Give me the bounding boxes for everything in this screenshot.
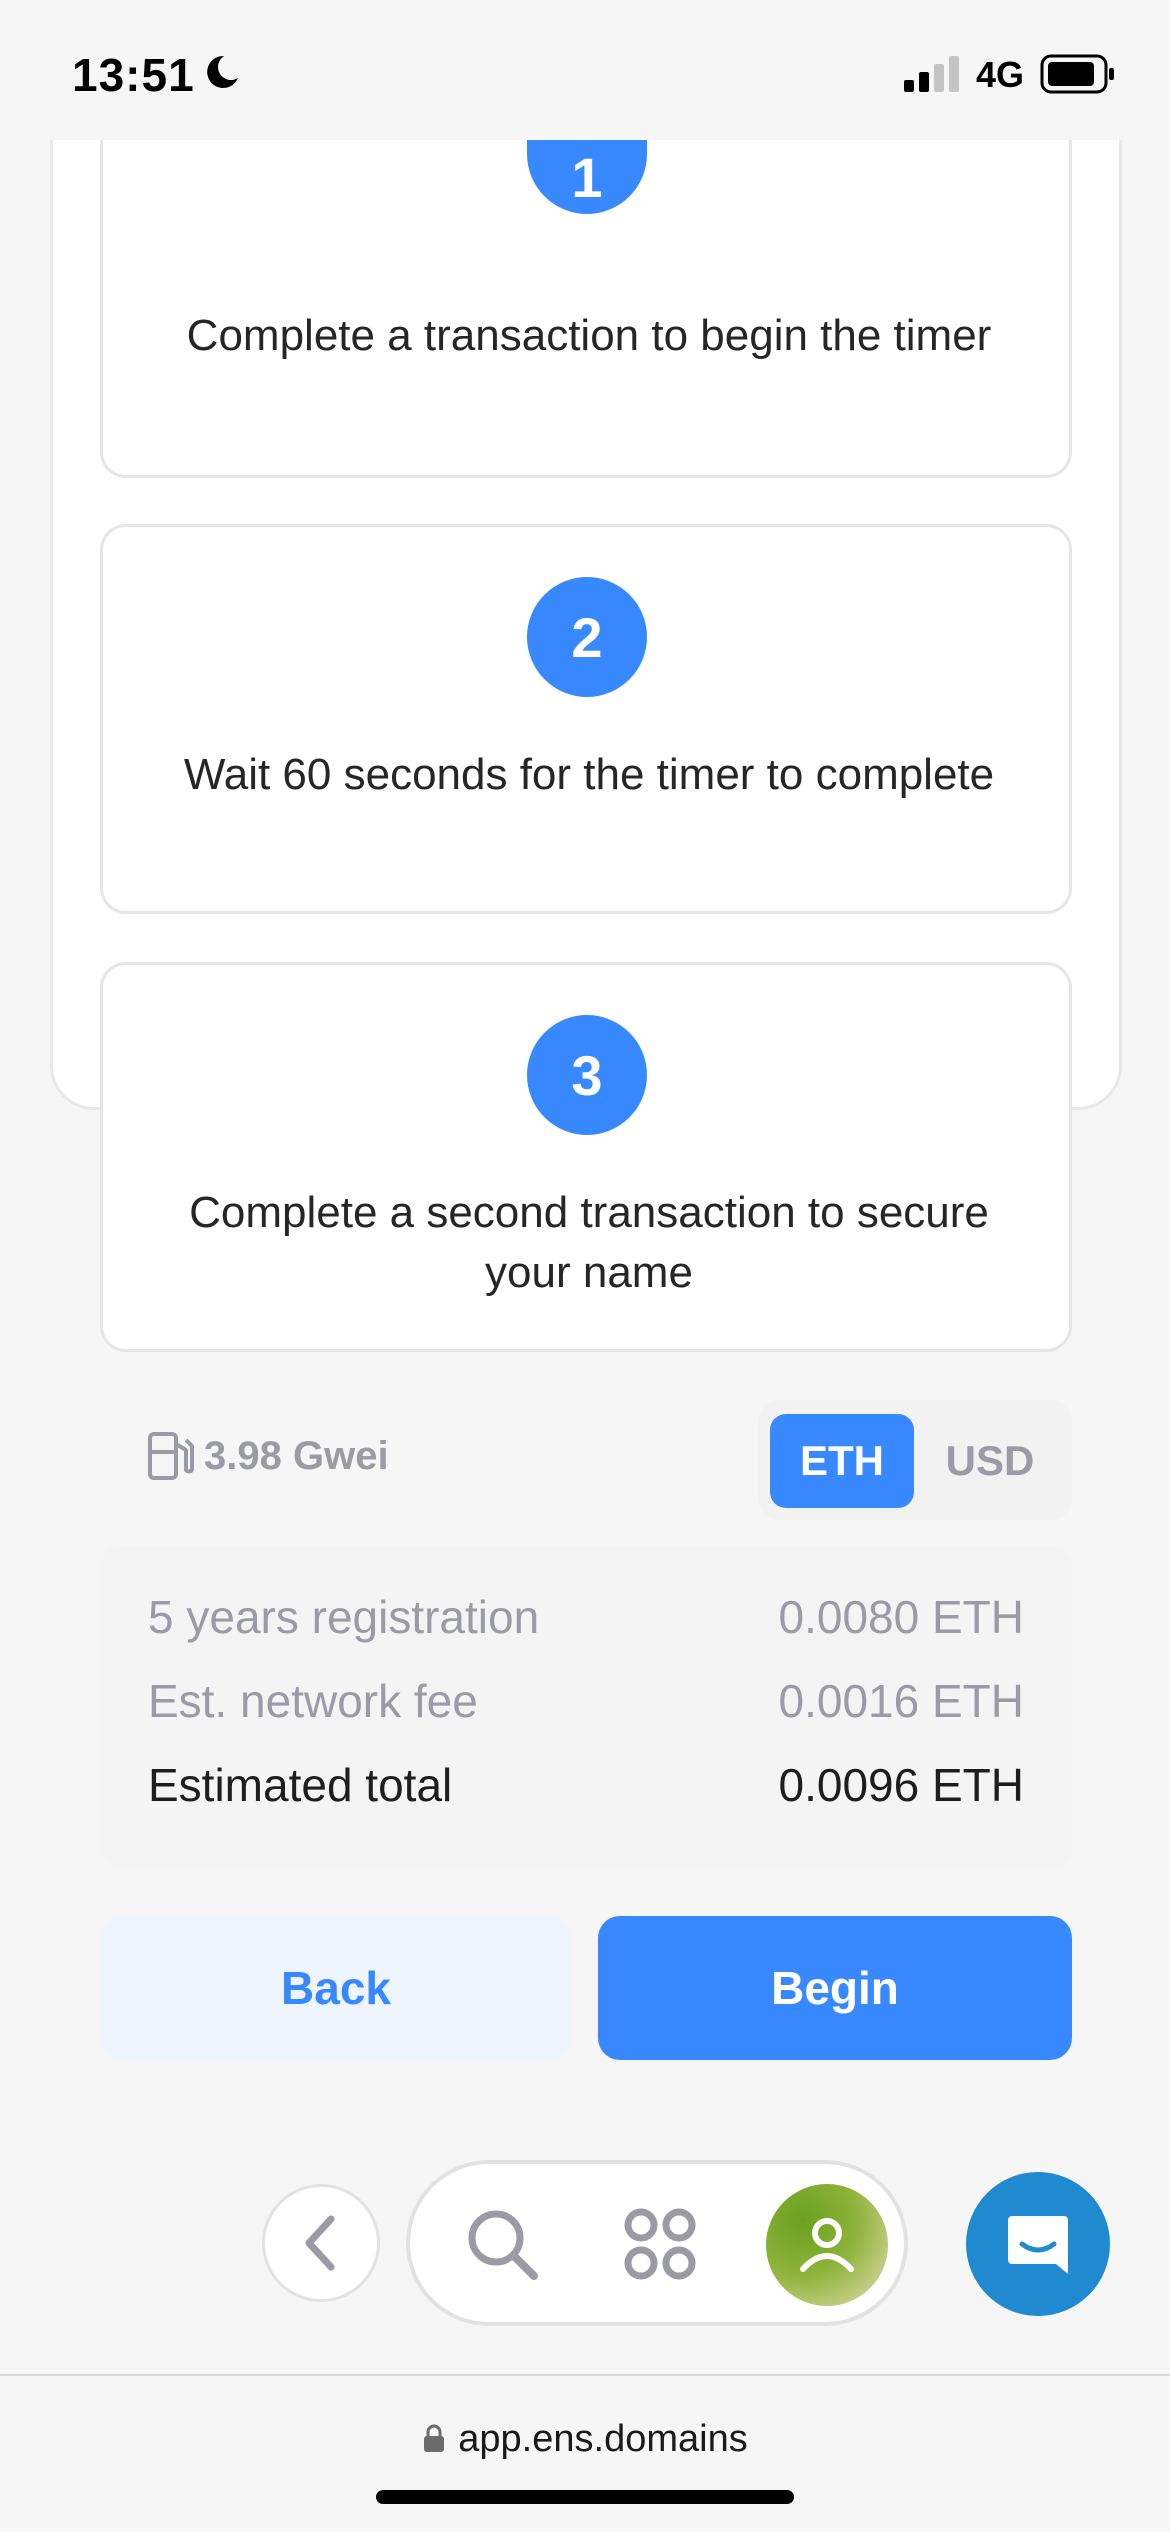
- price-summary: 5 years registration 0.0080 ETH Est. net…: [100, 1546, 1072, 1868]
- url-text: app.ens.domains: [458, 2418, 748, 2460]
- gas-pump-icon: [148, 1432, 194, 1480]
- back-button[interactable]: Back: [100, 1916, 572, 2060]
- summary-label: 5 years registration: [148, 1591, 540, 1643]
- summary-value: 0.0016 ETH: [778, 1675, 1024, 1727]
- chevron-left-icon: [305, 2215, 335, 2271]
- user-icon: [800, 2218, 854, 2272]
- grid-icon: [624, 2208, 696, 2280]
- browser-address-bar[interactable]: app.ens.domains: [0, 2374, 1170, 2532]
- nav-profile-button[interactable]: [766, 2184, 888, 2306]
- step-text-1: Complete a transaction to begin the time…: [186, 311, 992, 360]
- moon-icon: [207, 55, 238, 88]
- gas-price: 3.98 Gwei: [146, 1430, 389, 1482]
- status-time: 13:51: [72, 49, 195, 101]
- step-number-2: 2: [527, 577, 647, 697]
- step-card-2: 2 Wait 60 seconds for the timer to compl…: [100, 524, 1072, 914]
- step-number-3: 3: [527, 1015, 647, 1135]
- step-card-3: 3 Complete a second transaction to secur…: [100, 962, 1072, 1352]
- summary-value: 0.0096 ETH: [778, 1759, 1024, 1811]
- summary-label: Est. network fee: [148, 1675, 478, 1727]
- search-icon: [468, 2210, 538, 2280]
- lock-icon: [424, 2424, 445, 2452]
- bottom-nav: [406, 2160, 908, 2326]
- summary-row-total: Estimated total 0.0096 ETH: [148, 1758, 1024, 1812]
- step-card-1: 1 Complete a transaction to begin the ti…: [100, 140, 1072, 478]
- gas-value: 3.98 Gwei: [204, 1433, 389, 1478]
- chat-support-button[interactable]: [966, 2172, 1110, 2316]
- chat-icon: [1008, 2216, 1068, 2274]
- battery-icon: [1040, 54, 1114, 94]
- summary-value: 0.0080 ETH: [778, 1591, 1024, 1643]
- network-type: 4G: [976, 54, 1025, 95]
- summary-label: Estimated total: [148, 1759, 453, 1811]
- nav-search-button[interactable]: [452, 2194, 552, 2294]
- summary-row-registration: 5 years registration 0.0080 ETH: [148, 1590, 1024, 1644]
- currency-option-eth[interactable]: ETH: [770, 1414, 914, 1508]
- currency-toggle: ETH USD: [758, 1400, 1072, 1520]
- home-indicator[interactable]: [376, 2490, 794, 2504]
- signal-icon: [904, 56, 959, 92]
- url-display[interactable]: app.ens.domains: [0, 2418, 1170, 2461]
- nav-apps-button[interactable]: [610, 2194, 710, 2294]
- begin-button[interactable]: Begin: [598, 1916, 1072, 2060]
- nav-back-button[interactable]: [262, 2184, 380, 2302]
- currency-option-usd[interactable]: USD: [920, 1414, 1060, 1508]
- step-text-3: Complete a second transaction to secure …: [189, 1188, 989, 1297]
- step-text-2: Wait 60 seconds for the timer to complet…: [183, 750, 995, 799]
- step-number-1: 1: [527, 140, 647, 214]
- status-bar: 13:51 4G: [0, 0, 1170, 140]
- summary-row-network-fee: Est. network fee 0.0016 ETH: [148, 1674, 1024, 1728]
